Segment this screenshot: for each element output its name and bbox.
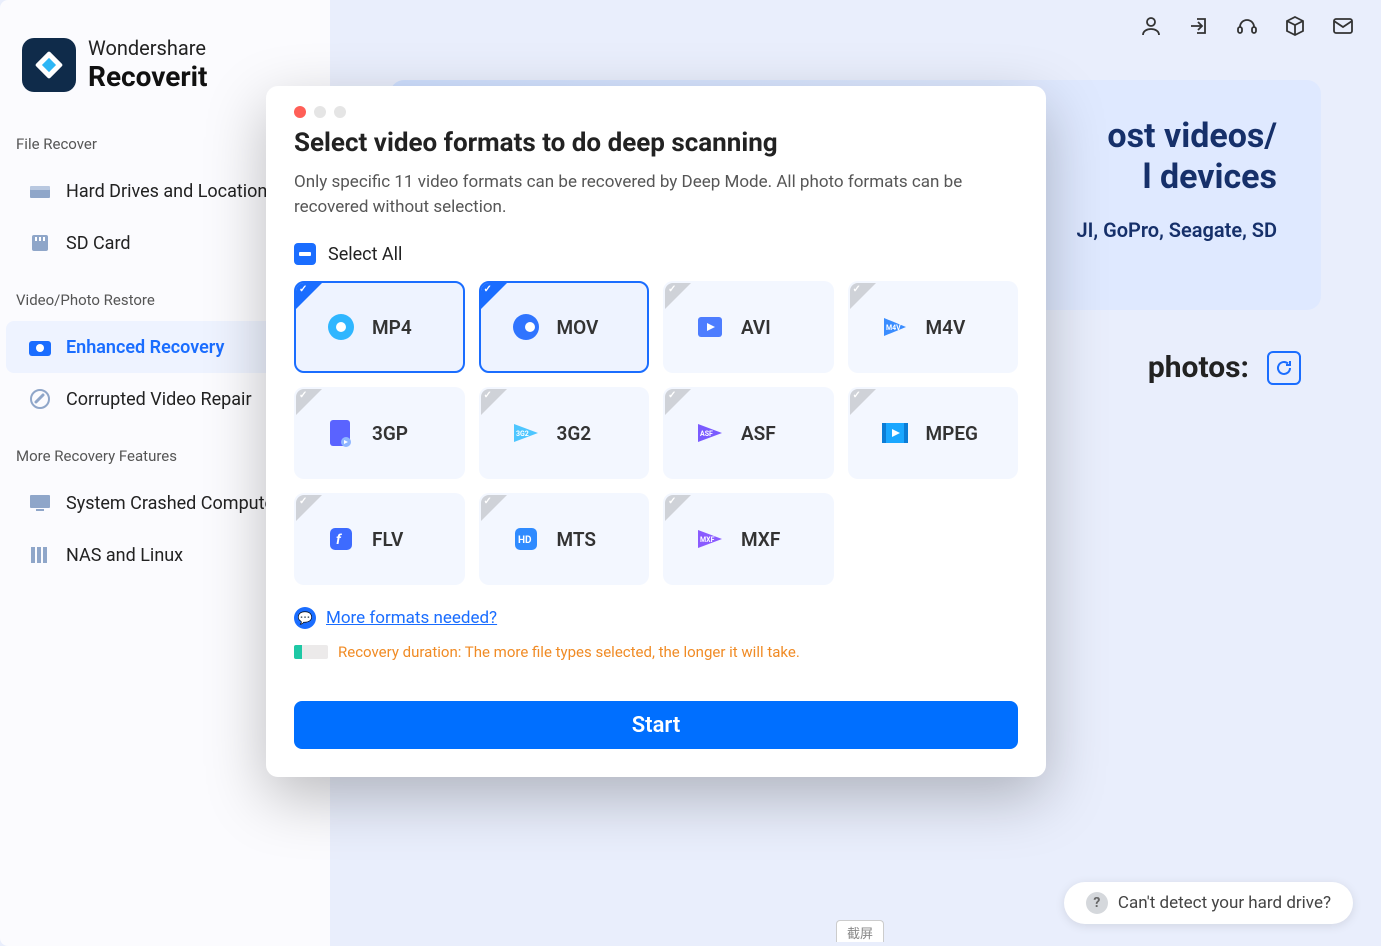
sidebar-item-label: Corrupted Video Repair (66, 389, 252, 410)
format-icon-m4v: M4V (878, 310, 912, 344)
svg-text:MXF: MXF (700, 536, 715, 544)
help-pill[interactable]: ? Can't detect your hard drive? (1064, 882, 1353, 924)
dialog-title: Select video formats to do deep scanning (294, 128, 1018, 158)
checkmark-corner-icon (850, 389, 876, 415)
format-tile-asf[interactable]: ASF ASF (663, 387, 834, 479)
checkmark-corner-icon (665, 389, 691, 415)
user-icon[interactable] (1137, 12, 1165, 40)
format-label: MPEG (926, 422, 978, 445)
format-icon-flv: f (324, 522, 358, 556)
photos-label: photos: (1148, 350, 1249, 385)
duration-note: Recovery duration: The more file types s… (338, 643, 800, 661)
checkmark-corner-icon (665, 495, 691, 521)
format-label: MP4 (372, 316, 412, 339)
format-icon-mpeg (878, 416, 912, 450)
checkmark-corner-icon (481, 389, 507, 415)
format-tile-avi[interactable]: AVI (663, 281, 834, 373)
support-icon[interactable] (1233, 12, 1261, 40)
svg-text:M4V: M4V (886, 324, 901, 332)
format-label: FLV (372, 528, 403, 551)
screenshot-label: 截屏 (836, 920, 884, 942)
brand-label: Wondershare (88, 36, 208, 60)
login-icon[interactable] (1185, 12, 1213, 40)
help-pill-label: Can't detect your hard drive? (1118, 893, 1331, 913)
mail-icon[interactable] (1329, 12, 1357, 40)
checkmark-corner-icon (296, 283, 322, 309)
format-label: MTS (557, 528, 596, 551)
format-icon-mts: HD (509, 522, 543, 556)
format-label: MXF (741, 528, 780, 551)
format-tile-mxf[interactable]: MXF MXF (663, 493, 834, 585)
format-tile-mp4[interactable]: MP4 (294, 281, 465, 373)
harddrive-icon (28, 179, 52, 203)
product-label: Recoverit (88, 60, 208, 93)
dialog-description: Only specific 11 video formats can be re… (294, 170, 1018, 219)
format-label: 3GP (372, 422, 408, 445)
sidebar-item-label: NAS and Linux (66, 545, 183, 566)
format-label: MOV (557, 316, 599, 339)
help-icon: ? (1086, 892, 1108, 914)
photos-heading-row: photos: (1148, 350, 1301, 385)
format-label: AVI (741, 316, 771, 339)
checkmark-corner-icon (296, 389, 322, 415)
select-all-checkbox[interactable] (294, 243, 316, 265)
checkmark-corner-icon (665, 283, 691, 309)
server-icon (28, 543, 52, 567)
sidebar-item-label: System Crashed Computer (66, 493, 280, 514)
format-tile-3gp[interactable]: 3GP (294, 387, 465, 479)
format-tile-flv[interactable]: f FLV (294, 493, 465, 585)
dialog-traffic-lights[interactable] (294, 106, 1018, 118)
sidebar-item-label: Hard Drives and Locations (66, 181, 277, 202)
checkmark-corner-icon (481, 283, 507, 309)
duration-row: Recovery duration: The more file types s… (294, 643, 1018, 661)
format-tile-3g2[interactable]: 3G2 3G2 (479, 387, 650, 479)
select-all-row[interactable]: Select All (294, 243, 1018, 265)
dialog-zoom-dot (334, 106, 346, 118)
format-tile-m4v[interactable]: M4V M4V (848, 281, 1019, 373)
refresh-button[interactable] (1267, 351, 1301, 385)
sdcard-icon (28, 231, 52, 255)
header-toolbar (1137, 12, 1357, 40)
format-icon-mxf: MXF (693, 522, 727, 556)
format-label: 3G2 (557, 422, 592, 445)
format-tile-mov[interactable]: MOV (479, 281, 650, 373)
more-formats-row[interactable]: 💬 More formats needed? (294, 607, 1018, 629)
format-icon-mp4 (324, 310, 358, 344)
format-icon-3g2: 3G2 (509, 416, 543, 450)
checkmark-corner-icon (296, 495, 322, 521)
duration-bar-icon (294, 645, 328, 659)
computer-icon (28, 491, 52, 515)
package-icon[interactable] (1281, 12, 1309, 40)
format-icon-mov (509, 310, 543, 344)
dialog-minimize-dot (314, 106, 326, 118)
more-formats-link[interactable]: More formats needed? (326, 608, 497, 628)
logo-icon (22, 38, 76, 92)
format-label: ASF (741, 422, 776, 445)
start-button[interactable]: Start (294, 701, 1018, 749)
svg-text:ASF: ASF (700, 430, 713, 438)
checkmark-corner-icon (850, 283, 876, 309)
checkmark-corner-icon (481, 495, 507, 521)
camera-icon (28, 335, 52, 359)
dialog-close-dot[interactable] (294, 106, 306, 118)
format-icon-avi (693, 310, 727, 344)
format-tile-mts[interactable]: HD MTS (479, 493, 650, 585)
format-icon-asf: ASF (693, 416, 727, 450)
svg-text:3G2: 3G2 (516, 430, 529, 438)
wrench-icon (28, 387, 52, 411)
format-grid: MP4 MOV AVI M4V M4V 3GP 3G2 3G2 ASF ASF MPEG f FLV HD… (294, 281, 1018, 585)
format-icon-3gp (324, 416, 358, 450)
svg-text:HD: HD (518, 535, 532, 546)
select-all-label: Select All (328, 244, 402, 265)
format-tile-mpeg[interactable]: MPEG (848, 387, 1019, 479)
sidebar-item-label: Enhanced Recovery (66, 337, 224, 358)
format-selection-dialog: Select video formats to do deep scanning… (266, 86, 1046, 777)
chat-icon: 💬 (294, 607, 316, 629)
format-label: M4V (926, 316, 966, 339)
sidebar-item-label: SD Card (66, 233, 131, 254)
